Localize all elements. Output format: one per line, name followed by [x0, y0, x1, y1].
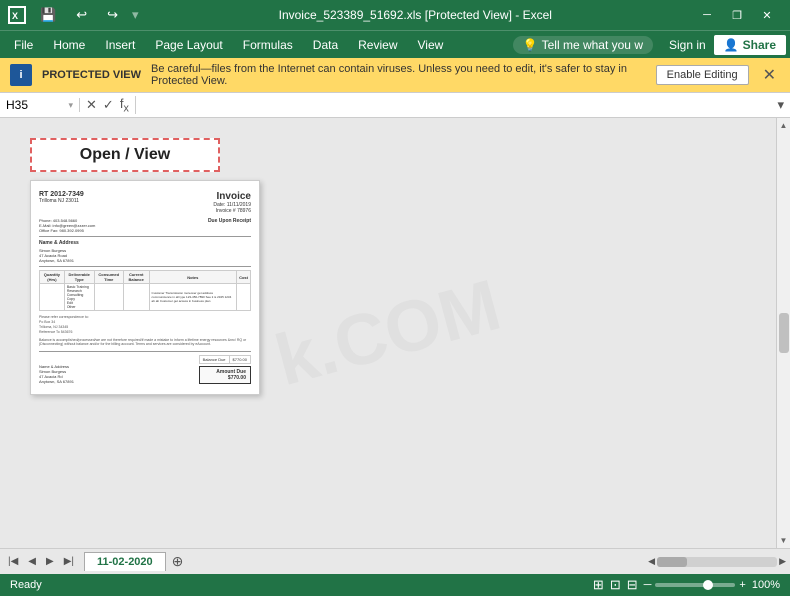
sheet-content: k.COM Open / View RT 2012-7349 Trilloma … — [0, 118, 776, 548]
excel-icon: X — [8, 6, 26, 24]
save-button[interactable]: 💾 — [34, 5, 62, 25]
redo-button[interactable]: ↪ — [101, 5, 124, 25]
menu-bar: File Home Insert Page Layout Formulas Da… — [0, 30, 790, 58]
menu-page-layout[interactable]: Page Layout — [145, 34, 232, 56]
close-button[interactable]: ✕ — [752, 0, 782, 30]
status-ready: Ready — [10, 579, 585, 591]
window-controls: ─ ❐ ✕ — [692, 0, 782, 30]
menu-formulas[interactable]: Formulas — [233, 34, 303, 56]
window-title: Invoice_523389_51692.xls [Protected View… — [139, 8, 692, 22]
protected-view-shield: i — [10, 64, 32, 86]
vertical-scrollbar[interactable]: ▲ ▼ — [776, 118, 790, 548]
minimize-button[interactable]: ─ — [692, 0, 722, 30]
spreadsheet-area: k.COM Open / View RT 2012-7349 Trilloma … — [0, 118, 790, 548]
tab-first-button[interactable]: |◀ — [4, 554, 22, 569]
hscroll-thumb[interactable] — [657, 557, 687, 567]
horizontal-scrollbar[interactable]: ◀ ▶ — [648, 556, 786, 567]
watermark: k.COM — [267, 264, 508, 402]
menu-file[interactable]: File — [4, 34, 43, 56]
zoom-slider[interactable]: ─ + — [644, 579, 746, 591]
page-break-button[interactable]: ⊟ — [627, 577, 638, 593]
menu-view[interactable]: View — [408, 34, 454, 56]
protected-view-message: Be careful—files from the Internet can c… — [151, 63, 646, 87]
title-bar-left: X 💾 ↩ ↪ ▾ — [8, 5, 139, 25]
cell-reference[interactable]: H35 ▾ — [0, 98, 80, 112]
confirm-formula-icon[interactable]: ✓ — [103, 97, 114, 113]
lightbulb-icon: 💡 — [523, 38, 538, 52]
restore-button[interactable]: ❐ — [722, 0, 752, 30]
enable-editing-button[interactable]: Enable Editing — [656, 65, 749, 85]
hscroll-right-arrow[interactable]: ▶ — [779, 556, 786, 567]
normal-view-button[interactable]: ⊞ — [593, 577, 604, 593]
invoice-document: RT 2012-7349 Trilloma NJ 23011 Invoice D… — [30, 180, 260, 395]
menu-review[interactable]: Review — [348, 34, 407, 56]
title-bar: X 💾 ↩ ↪ ▾ Invoice_523389_51692.xls [Prot… — [0, 0, 790, 30]
tab-prev-button[interactable]: ◀ — [24, 554, 40, 569]
share-icon: 👤 — [724, 38, 739, 52]
tab-last-button[interactable]: ▶| — [60, 554, 78, 569]
sign-in-button[interactable]: Sign in — [661, 35, 714, 55]
add-sheet-button[interactable]: ⊕ — [166, 551, 190, 572]
status-bar: Ready ⊞ ⊡ ⊟ ─ + 100% — [0, 574, 790, 596]
menu-insert[interactable]: Insert — [95, 34, 145, 56]
protected-view-bar: i PROTECTED VIEW Be careful—files from t… — [0, 58, 790, 92]
undo-button[interactable]: ↩ — [70, 5, 93, 25]
scroll-up-arrow[interactable]: ▲ — [777, 118, 790, 133]
cancel-formula-icon[interactable]: ✕ — [86, 97, 97, 113]
formula-expand-icon[interactable]: ▾ — [777, 97, 790, 113]
tab-next-button[interactable]: ▶ — [42, 554, 58, 569]
formula-bar: H35 ▾ ✕ ✓ fx ▾ — [0, 92, 790, 118]
fx-icon[interactable]: fx — [120, 96, 129, 115]
share-button[interactable]: 👤 Share — [714, 35, 786, 55]
protected-view-label: PROTECTED VIEW — [42, 69, 141, 81]
zoom-level: 100% — [752, 579, 780, 591]
hscroll-left-arrow[interactable]: ◀ — [648, 556, 655, 567]
invoice-container: Open / View RT 2012-7349 Trilloma NJ 230… — [30, 138, 270, 395]
zoom-track[interactable] — [655, 583, 735, 587]
svg-text:X: X — [12, 11, 18, 21]
protected-view-close[interactable]: ✕ — [759, 65, 780, 85]
tab-navigation: |◀ ◀ ▶ ▶| — [4, 554, 78, 569]
menu-home[interactable]: Home — [43, 34, 95, 56]
hscroll-track[interactable] — [657, 557, 777, 567]
formula-icons: ✕ ✓ fx — [80, 96, 136, 115]
scroll-down-arrow[interactable]: ▼ — [777, 533, 790, 548]
tell-me-input[interactable]: 💡 Tell me what you w — [513, 36, 653, 54]
tab-bar: |◀ ◀ ▶ ▶| 11-02-2020 ⊕ ◀ ▶ — [0, 548, 790, 574]
invoice-body: Please refer correspondence to:Po Box 34… — [39, 315, 251, 347]
scroll-thumb[interactable] — [779, 313, 789, 353]
page-layout-button[interactable]: ⊡ — [610, 577, 621, 593]
zoom-thumb[interactable] — [703, 580, 713, 590]
status-right: ⊞ ⊡ ⊟ ─ + 100% — [593, 577, 780, 593]
menu-data[interactable]: Data — [303, 34, 348, 56]
open-view-label[interactable]: Open / View — [30, 138, 220, 172]
zoom-out-button[interactable]: ─ — [644, 579, 652, 591]
zoom-in-button[interactable]: + — [739, 579, 745, 591]
sheet-tab[interactable]: 11-02-2020 — [84, 552, 166, 571]
